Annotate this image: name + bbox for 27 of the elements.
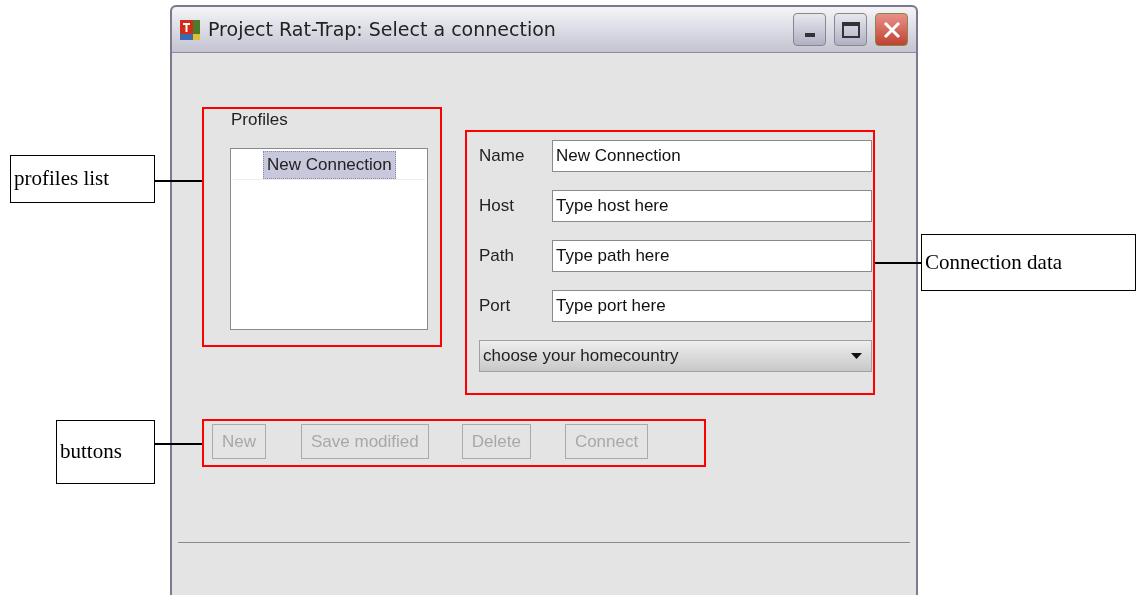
- list-item[interactable]: New Connection: [263, 151, 396, 179]
- field-label: Port: [479, 295, 512, 318]
- close-icon: [882, 20, 901, 39]
- leader-line: [155, 180, 202, 182]
- dropdown-caret-icon: [851, 353, 862, 359]
- text-field[interactable]: Type port here: [552, 290, 872, 322]
- text-field[interactable]: Type path here: [552, 240, 872, 272]
- close-button[interactable]: [875, 13, 908, 46]
- maximize-icon: [841, 21, 860, 38]
- field-label: Host: [479, 195, 515, 218]
- profiles-label: Profiles: [231, 110, 289, 130]
- maximize-button[interactable]: [834, 13, 867, 46]
- text-field[interactable]: Type host here: [552, 190, 872, 222]
- callout-label: Connection data: [921, 234, 1136, 291]
- field-label: Name: [479, 145, 526, 168]
- callout-label: buttons: [56, 420, 155, 484]
- profiles-list[interactable]: New Connection: [230, 148, 428, 330]
- country-dropdown[interactable]: choose your homecountry: [479, 340, 872, 372]
- window-title: Project Rat-Trap: Select a connection: [208, 17, 557, 43]
- leader-line: [875, 262, 921, 264]
- minimize-button[interactable]: [793, 13, 826, 46]
- text-field[interactable]: New Connection: [552, 140, 872, 172]
- app-icon: [180, 19, 200, 40]
- callout-label: profiles list: [10, 155, 155, 203]
- minimize-icon: [804, 33, 815, 37]
- leader-line: [155, 443, 202, 445]
- field-label: Path: [479, 245, 515, 268]
